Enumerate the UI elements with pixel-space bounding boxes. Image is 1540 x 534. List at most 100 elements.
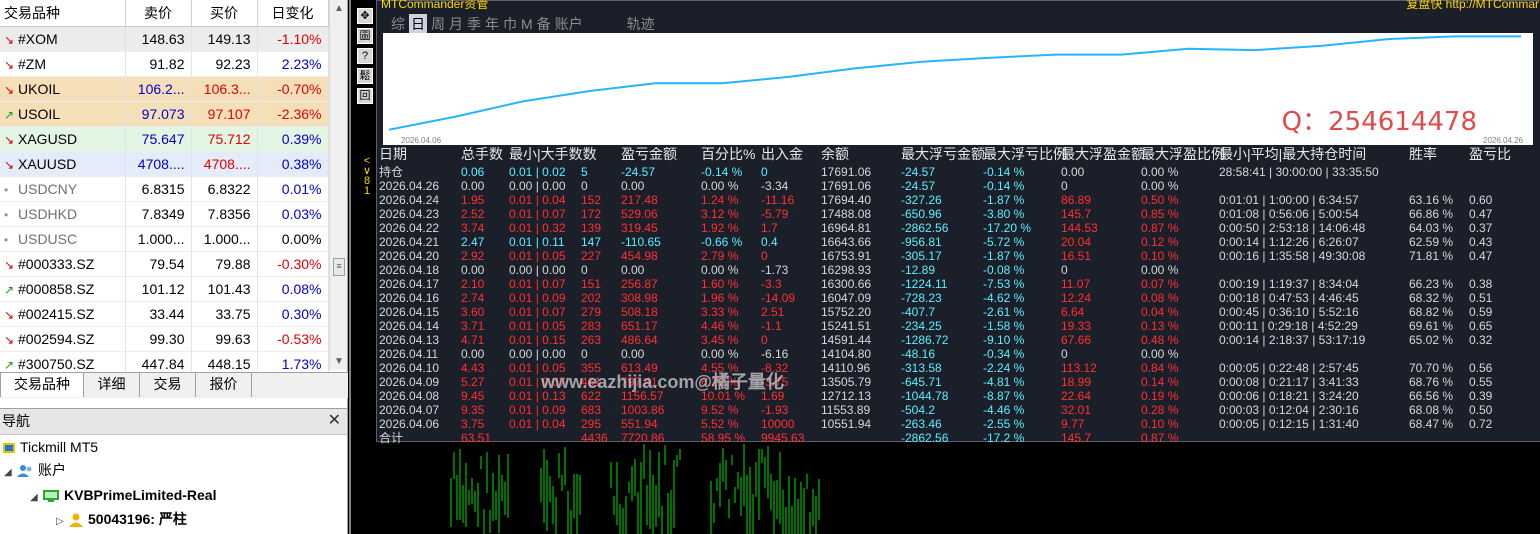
col-symbol[interactable]: 交易品种 (0, 0, 126, 27)
period-tab[interactable]: 年 (485, 14, 499, 34)
symbol-row[interactable]: • USDHKD 7.8349 7.8356 0.03% (0, 201, 329, 227)
stats-cell: 0 (581, 263, 588, 277)
stats-cell: 11553.89 (821, 403, 871, 417)
period-tab[interactable]: 账户 (555, 14, 583, 34)
symbol-cell: ↗ #000858.SZ (0, 276, 126, 302)
bid-cell: 99.30 (125, 326, 192, 352)
arrow-down-icon: ↘ (4, 157, 15, 172)
stats-cell: 2026.04.10 (379, 361, 440, 375)
symbol-name: USDCNY (18, 180, 78, 197)
period-tab[interactable]: 综 (391, 14, 405, 34)
market-watch-scrollbar[interactable]: ▲ ≡ ▼ (329, 0, 347, 370)
stats-cell: 5 (581, 165, 588, 179)
expand-icon[interactable]: ◢ (4, 463, 16, 483)
tool-icon-3[interactable]: 回 (357, 88, 373, 104)
tree-account[interactable]: ▷ 50043196: 严柱 (56, 509, 187, 531)
symbol-name: USDUSC (18, 230, 78, 247)
period-tab[interactable]: 巾 (503, 14, 517, 34)
stats-cell: 14110.96 (821, 361, 871, 375)
stats-cell: -2.55 % (983, 417, 1025, 431)
scroll-down-icon[interactable]: ▼ (330, 353, 348, 370)
tab-trading[interactable]: 交易 (140, 373, 196, 397)
symbol-name: XAUUSD (18, 155, 77, 172)
stats-cell: 0.01 | 0.07 (509, 207, 566, 221)
stats-cell: 0.50 % (1141, 193, 1179, 207)
stats-cell: 3.45 % (701, 333, 739, 347)
stats-cell: 0.13 % (1141, 319, 1179, 333)
stats-cell: 58.95 % (701, 431, 746, 445)
help-icon[interactable]: ? (357, 48, 373, 64)
symbol-row[interactable]: • USDUSC 1.000... 1.000... 0.00% (0, 226, 329, 252)
stats-cell: 9.77 (1061, 417, 1085, 431)
chart-window[interactable]: ✥ 圖 ? 鬆 回 < ∨ 8 1 MTCommander资管 复盘快 http://… (349, 0, 1540, 534)
stats-cell: 17691.06 (821, 179, 872, 193)
stats-cell: 0.01 | 0.07 (509, 277, 566, 291)
stats-cell: 0:01:01 | 1:00:00 | 6:34:57 (1219, 193, 1359, 207)
stats-cell: 0.37 (1469, 221, 1493, 235)
expand-icon[interactable]: ◢ (30, 488, 42, 508)
stats-cell: 0 (761, 333, 768, 347)
tree-accounts[interactable]: ◢ 账户 (4, 460, 66, 482)
stats-cell: 22.64 (1061, 389, 1092, 403)
stats-cell: -1.93 (761, 403, 789, 417)
symbol-row[interactable]: ↗ USOIL 97.073 97.107 -2.36% (0, 101, 329, 127)
stats-cell: 6.64 (1061, 305, 1085, 319)
symbol-name: #002594.SZ (18, 330, 95, 347)
symbol-row[interactable]: ↘ #ZM 91.82 92.23 2.23% (0, 51, 329, 77)
tool-icon-1[interactable]: 圖 (357, 28, 373, 44)
symbol-row[interactable]: ↗ #000858.SZ 101.12 101.43 0.08% (0, 276, 329, 302)
change-cell: 0.08% (257, 276, 329, 302)
col-bid[interactable]: 卖价 (125, 0, 192, 27)
symbol-row[interactable]: ↘ XAUUSD 4708.... 4708.... 0.38% (0, 151, 329, 177)
symbol-row[interactable]: ↘ #002415.SZ 33.44 33.75 0.30% (0, 301, 329, 327)
col-change[interactable]: 日变化 (257, 0, 329, 27)
change-cell: -0.30% (257, 251, 329, 277)
symbol-row[interactable]: ↘ XAGUSD 75.647 75.712 0.39% (0, 126, 329, 152)
stats-column-header: 盈亏金额 (621, 146, 677, 162)
period-tab[interactable]: M (521, 16, 533, 32)
symbol-row[interactable]: ↘ #002594.SZ 99.30 99.63 -0.53% (0, 326, 329, 352)
stats-cell: 32.01 (1061, 403, 1092, 417)
scroll-thumb[interactable]: ≡ (333, 258, 345, 276)
period-tab[interactable]: 月 (449, 14, 463, 34)
period-tab[interactable]: 备 (537, 14, 551, 34)
tree-server[interactable]: ◢ KVBPrimeLimited-Real (30, 485, 216, 507)
symbol-row[interactable]: ↘ #XOM 148.63 149.13 -1.10% (0, 26, 329, 52)
move-icon[interactable]: ✥ (357, 8, 373, 24)
tab-symbols[interactable]: 交易品种 (0, 373, 84, 397)
stats-cell: 0.39 (1469, 389, 1493, 403)
panel-link[interactable]: 复盘快 http://MTCommar (1406, 0, 1539, 12)
tool-icon-2[interactable]: 鬆 (357, 68, 373, 84)
stats-cell: 683 (581, 403, 602, 417)
stats-cell: 64.03 % (1409, 221, 1454, 235)
bid-cell: 97.073 (125, 101, 192, 127)
stats-cell: 551.94 (621, 417, 658, 431)
stats-cell: 0 (581, 179, 588, 193)
stats-cell: 0.01 | 0.04 (509, 193, 566, 207)
stats-cell: 62.59 % (1409, 235, 1454, 249)
scroll-up-icon[interactable]: ▲ (330, 0, 348, 17)
period-tab[interactable]: 轨迹 (627, 14, 655, 34)
stats-cell: 4.71 (461, 333, 485, 347)
stats-cell: 65.02 % (1409, 333, 1454, 347)
symbol-row[interactable]: • USDCNY 6.8315 6.8322 0.01% (0, 176, 329, 202)
stats-cell: -1.87 % (983, 249, 1025, 263)
tab-ticks[interactable]: 报价 (196, 373, 252, 397)
stats-cell: 1.96 % (701, 291, 739, 305)
col-ask[interactable]: 买价 (191, 0, 258, 27)
period-tab[interactable]: 日 (409, 14, 427, 34)
stats-cell: 15752.20 (821, 305, 872, 319)
tab-details[interactable]: 详细 (84, 373, 140, 397)
period-tab[interactable]: 周 (431, 14, 445, 34)
collapse-icon[interactable]: ▷ (56, 512, 68, 532)
server-label: KVBPrimeLimited-Real (64, 487, 217, 503)
symbol-row[interactable]: ↘ #000333.SZ 79.54 79.88 -0.30% (0, 251, 329, 277)
symbol-row[interactable]: ↘ UKOIL 106.2... 106.3... -0.70% (0, 76, 329, 102)
symbol-name: #000858.SZ (18, 280, 95, 297)
tree-broker[interactable]: Tickmill MT5 (2, 437, 98, 459)
stats-cell: 0.85 % (1141, 207, 1179, 221)
date-end-label: 2026.04.26 (1483, 136, 1524, 145)
ask-cell: 99.63 (191, 326, 258, 352)
period-tab[interactable]: 季 (467, 14, 481, 34)
close-icon[interactable]: ✕ (328, 409, 341, 433)
